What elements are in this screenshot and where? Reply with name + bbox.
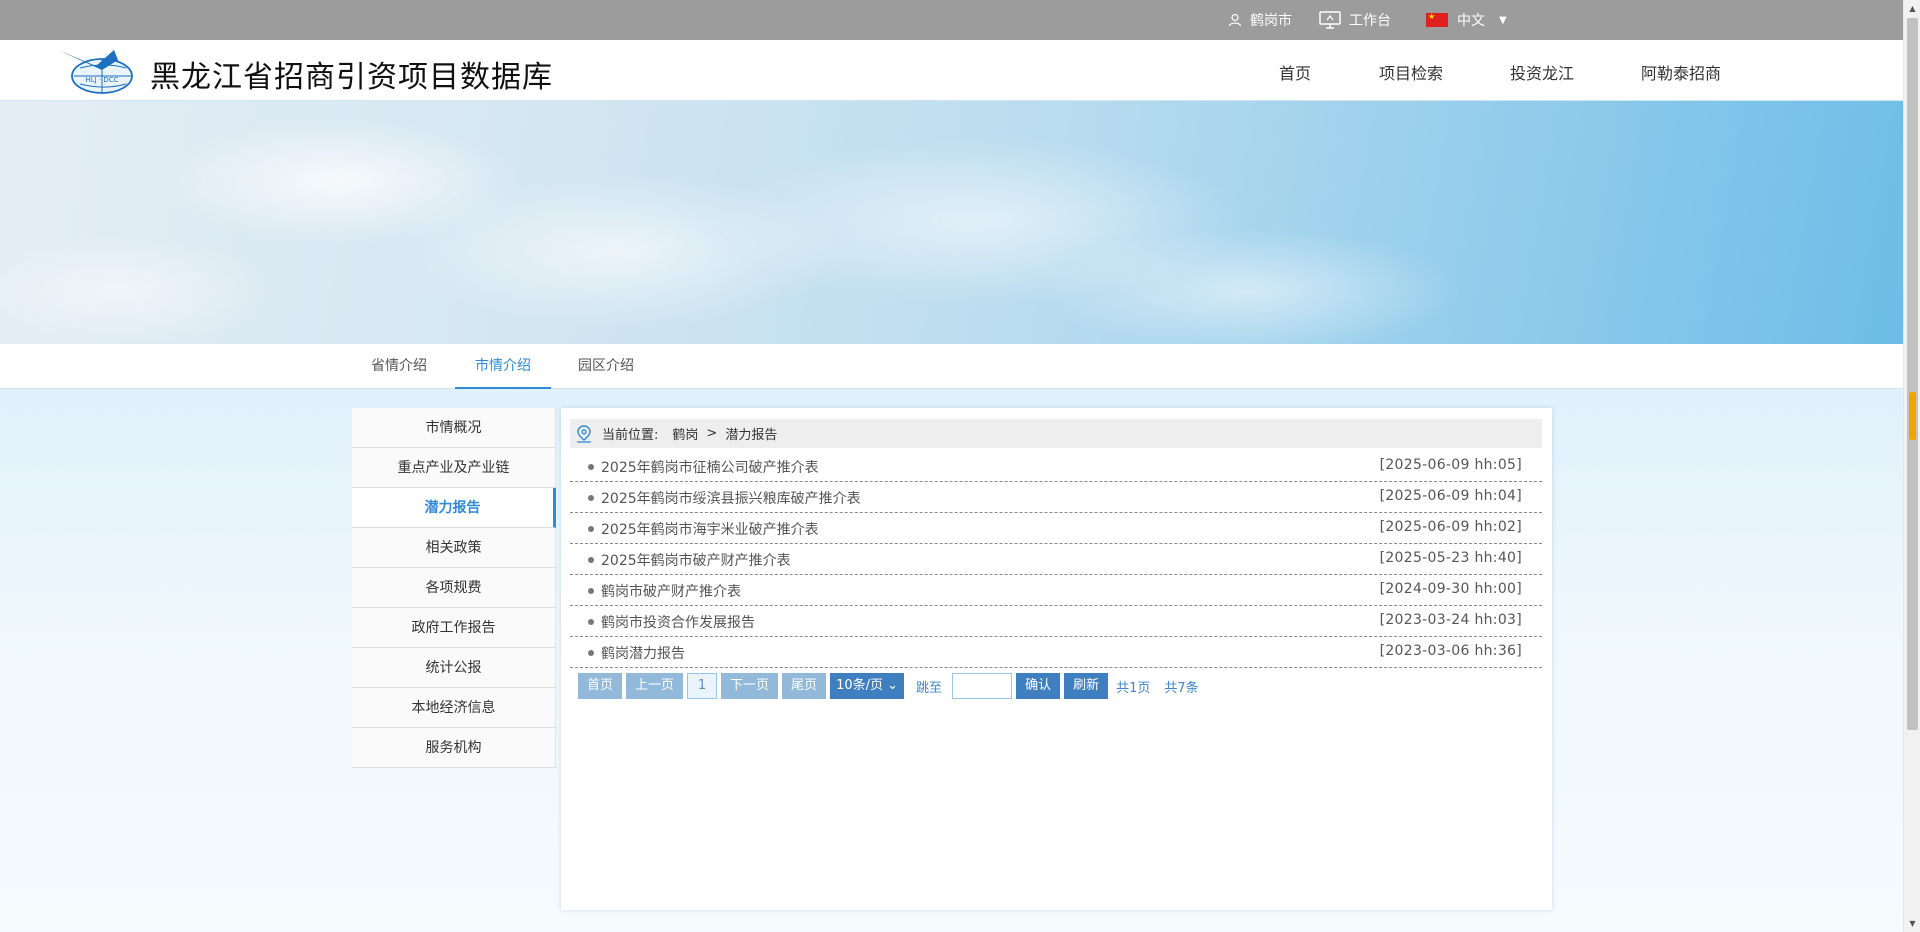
bullet-icon: [588, 650, 594, 656]
site-title: 黑龙江省招商引资项目数据库: [150, 60, 553, 95]
total-items: 共7条: [1164, 680, 1199, 696]
bullet-icon: [588, 495, 594, 501]
next-page-button[interactable]: 下一页: [721, 673, 779, 699]
breadcrumb-separator: >: [706, 426, 718, 441]
monitor-icon: [1319, 11, 1341, 29]
site-logo[interactable]: HLJ · DCC: [56, 46, 140, 96]
list-item[interactable]: 2025年鹤岗市海宇米业破产推介表 [2025-06-09 hh:02]: [570, 513, 1542, 544]
sky-banner: [0, 101, 1903, 344]
sidebar-item-service-agencies[interactable]: 服务机构: [352, 728, 556, 768]
sidebar-item-potential-report[interactable]: 潜力报告: [352, 488, 556, 528]
list-item[interactable]: 鹤岗潜力报告 [2023-03-06 hh:36]: [570, 637, 1542, 668]
chevron-down-icon: ⌄: [887, 678, 899, 693]
bullet-icon: [588, 557, 594, 563]
breadcrumb-current: 潜力报告: [725, 428, 778, 443]
scroll-position-marker: [1909, 392, 1916, 440]
sidebar-item-policies[interactable]: 相关政策: [352, 528, 556, 568]
jump-label: 跳至: [916, 680, 943, 696]
sidebar-item-statistics-bulletin[interactable]: 统计公报: [352, 648, 556, 688]
list-item[interactable]: 2025年鹤岗市征楠公司破产推介表 [2025-06-09 hh:05]: [570, 451, 1542, 482]
article-title[interactable]: 2025年鹤岗市海宇米业破产推介表: [601, 519, 819, 539]
article-title[interactable]: 鹤岗市破产财产推介表: [601, 581, 741, 601]
first-page-button[interactable]: 首页: [578, 673, 623, 699]
page-scrollbar[interactable]: ▲ ▼: [1903, 0, 1920, 932]
breadcrumb-city[interactable]: 鹤岗: [672, 424, 698, 443]
scroll-down-arrow-icon[interactable]: ▼: [1904, 915, 1920, 932]
article-title[interactable]: 2025年鹤岗市破产财产推介表: [601, 550, 791, 570]
location-pin-icon: [576, 424, 592, 443]
list-item[interactable]: 鹤岗市破产财产推介表 [2024-09-30 hh:00]: [570, 575, 1542, 606]
article-date: [2023-03-24 hh:03]: [1379, 612, 1522, 628]
sidebar-item-gov-work-report[interactable]: 政府工作报告: [352, 608, 556, 648]
last-page-button[interactable]: 尾页: [782, 673, 827, 699]
workbench-label: 工作台: [1349, 13, 1391, 29]
bullet-icon: [588, 464, 594, 470]
nav-invest-longjiang[interactable]: 投资龙江: [1510, 60, 1574, 84]
user-city-label: 鹤岗市: [1250, 13, 1292, 29]
language-selector[interactable]: 中文 ▼: [1426, 0, 1507, 40]
sidebar-item-city-overview[interactable]: 市情概况: [352, 408, 556, 448]
site-header: HLJ · DCC 黑龙江省招商引资项目数据库 首页 项目检索 投资龙江 阿勒泰…: [0, 40, 1903, 101]
pagination: 首页 上一页 1 下一页 尾页 10条/页 ⌄ 跳至 确认 刷新 共1页 共7条: [578, 673, 1209, 699]
logo-text: HLJ · DCC: [85, 76, 118, 84]
article-date: [2023-03-06 hh:36]: [1379, 643, 1522, 659]
page-size-select[interactable]: 10条/页 ⌄: [830, 673, 905, 699]
bullet-icon: [588, 619, 594, 625]
confirm-jump-button[interactable]: 确认: [1016, 673, 1061, 699]
article-date: [2025-06-09 hh:04]: [1379, 488, 1522, 504]
user-icon: [1228, 13, 1242, 27]
current-page-number[interactable]: 1: [687, 673, 718, 699]
bullet-icon: [588, 526, 594, 532]
scroll-up-arrow-icon[interactable]: ▲: [1904, 0, 1920, 17]
article-date: [2025-05-23 hh:40]: [1379, 550, 1522, 566]
nav-project-search[interactable]: 项目检索: [1379, 60, 1443, 84]
top-utility-bar: 鹤岗市 工作台 中文 ▼: [0, 0, 1903, 40]
sidebar-item-fees[interactable]: 各项规费: [352, 568, 556, 608]
tab-province-intro[interactable]: 省情介绍: [355, 344, 443, 389]
scroll-thumb[interactable]: [1907, 18, 1918, 730]
bullet-icon: [588, 588, 594, 594]
list-item[interactable]: 2025年鹤岗市破产财产推介表 [2025-05-23 hh:40]: [570, 544, 1542, 575]
total-pages: 共1页: [1116, 680, 1151, 696]
article-title[interactable]: 鹤岗市投资合作发展报告: [601, 612, 755, 632]
china-flag-icon: [1426, 11, 1448, 27]
tab-city-intro[interactable]: 市情介绍: [455, 344, 551, 389]
breadcrumb-prefix: 当前位置:: [602, 428, 659, 443]
refresh-button[interactable]: 刷新: [1064, 673, 1109, 699]
article-date: [2025-06-09 hh:05]: [1379, 457, 1522, 473]
sidebar-menu: 市情概况 重点产业及产业链 潜力报告 相关政策 各项规费 政府工作报告 统计公报…: [352, 408, 556, 768]
tab-park-intro[interactable]: 园区介绍: [562, 344, 650, 389]
sidebar-item-key-industries[interactable]: 重点产业及产业链: [352, 448, 556, 488]
sidebar-item-local-economy[interactable]: 本地经济信息: [352, 688, 556, 728]
article-date: [2024-09-30 hh:00]: [1379, 581, 1522, 597]
list-item[interactable]: 2025年鹤岗市绥滨县振兴粮库破产推介表 [2025-06-09 hh:04]: [570, 482, 1542, 513]
article-title[interactable]: 2025年鹤岗市征楠公司破产推介表: [601, 457, 819, 477]
user-menu[interactable]: 鹤岗市: [1228, 0, 1292, 40]
language-label: 中文: [1457, 13, 1485, 29]
content-panel: 当前位置: 鹤岗 > 潜力报告 2025年鹤岗市征楠公司破产推介表 [2025-…: [561, 408, 1552, 910]
page-size-value: 10条/页: [836, 678, 883, 693]
article-title[interactable]: 2025年鹤岗市绥滨县振兴粮库破产推介表: [601, 488, 861, 508]
nav-altay-investment[interactable]: 阿勒泰招商: [1641, 60, 1721, 84]
article-list: 2025年鹤岗市征楠公司破产推介表 [2025-06-09 hh:05] 202…: [570, 451, 1542, 668]
prev-page-button[interactable]: 上一页: [626, 673, 684, 699]
workbench-link[interactable]: 工作台: [1319, 0, 1391, 40]
article-date: [2025-06-09 hh:02]: [1379, 519, 1522, 535]
list-item[interactable]: 鹤岗市投资合作发展报告 [2023-03-24 hh:03]: [570, 606, 1542, 637]
jump-page-input[interactable]: [952, 673, 1013, 699]
nav-home[interactable]: 首页: [1279, 60, 1311, 84]
caret-down-icon: ▼: [1499, 14, 1507, 26]
intro-tabs: 省情介绍 市情介绍 园区介绍: [0, 344, 1903, 389]
breadcrumb: 当前位置: 鹤岗 > 潜力报告: [570, 419, 1542, 448]
article-title[interactable]: 鹤岗潜力报告: [601, 643, 685, 663]
